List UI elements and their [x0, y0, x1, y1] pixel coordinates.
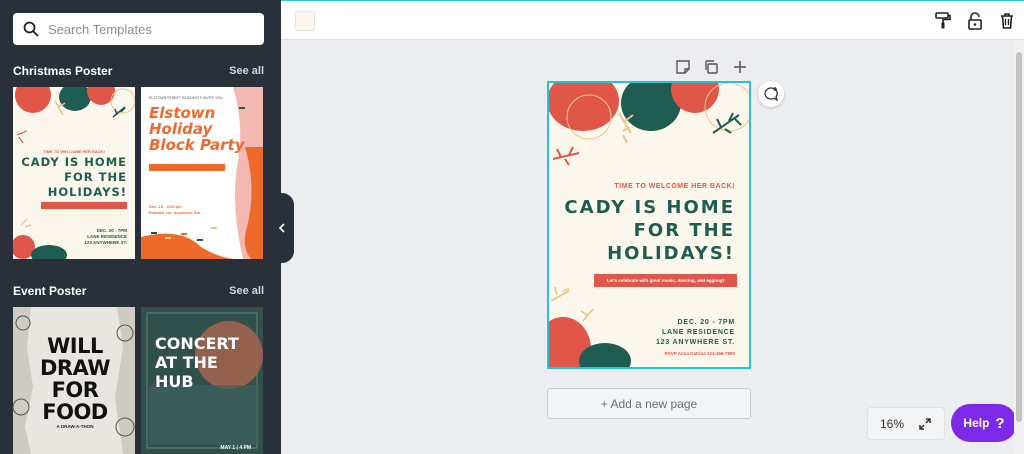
poster-date: Dec. 15 - 3:00 pm: [149, 204, 182, 209]
poster-title-line: AT THE: [155, 353, 218, 372]
expand-icon[interactable]: [918, 417, 932, 431]
poster-title-line: WILL: [47, 334, 103, 358]
template-thumbnail-concert[interactable]: CONCERT AT THE HUB MAY 1 | 4 PM: [141, 307, 263, 454]
poster-title: WILL DRAW FOR FOOD: [35, 335, 115, 423]
template-sidebar: Christmas Poster See all TIME TO WELCOME…: [0, 0, 281, 454]
trash-icon[interactable]: [997, 11, 1017, 31]
poster-subtitle: TIME TO WELCOME HER BACK!: [43, 149, 105, 154]
poster-title-line: Block Party: [149, 136, 245, 154]
paint-roller-icon[interactable]: [933, 11, 953, 31]
zoom-level: 16%: [880, 416, 905, 431]
question-icon: ?: [995, 414, 1005, 432]
zoom-control[interactable]: 16%: [867, 407, 945, 440]
plus-icon[interactable]: [731, 58, 749, 76]
vertical-scrollbar[interactable]: [1014, 40, 1024, 454]
poster-title: CONCERT AT THE HUB: [155, 334, 239, 391]
see-all-link[interactable]: See all: [229, 285, 264, 297]
help-label: Help: [963, 416, 990, 430]
section-title: Event Poster: [13, 284, 87, 298]
poster-detail: 123 ANYWHERE ST.: [655, 339, 735, 346]
poster-title-line: HUB: [155, 372, 194, 391]
poster-title-line: FOOD: [42, 400, 108, 424]
section-header-event: Event Poster See all: [13, 284, 264, 298]
poster-place: Elstown cor. Anywhere Sts.: [149, 210, 202, 215]
scrollbar-thumb[interactable]: [1016, 52, 1022, 422]
poster-title-line: FOR THE: [64, 170, 127, 184]
see-all-link[interactable]: See all: [229, 65, 264, 77]
poster-subtitle: TIME TO WELCOME HER BACK!: [614, 183, 735, 190]
add-comment-icon: [764, 87, 779, 102]
collapse-sidebar-button[interactable]: [270, 193, 294, 263]
copy-icon[interactable]: [702, 58, 720, 76]
poster-title: Elstown Holiday Block Party: [149, 105, 244, 153]
add-comment-button[interactable]: [758, 81, 784, 107]
poster-title-line: FOR: [51, 378, 99, 402]
poster-detail: LANE RESIDENCE: [87, 234, 127, 239]
poster-detail: DEC. 20 - 7PM: [96, 228, 127, 233]
add-page-button[interactable]: + Add a new page: [547, 388, 751, 419]
help-button[interactable]: Help ?: [951, 404, 1017, 442]
poster-title-line: CADY IS HOME: [564, 197, 735, 218]
poster-title-line: CADY IS HOME: [21, 155, 127, 169]
poster-subtitle: A DRAW-A-THON: [56, 424, 94, 429]
poster-banner: [149, 164, 225, 171]
poster-detail: LANE RESIDENCE: [661, 329, 735, 336]
search-input[interactable]: [48, 21, 248, 37]
poster-header: ELSTOWN STREET RESIDENTS INVITE YOU: [149, 96, 223, 100]
poster-title-line: Holiday: [149, 120, 213, 138]
template-thumbnail-food[interactable]: WILL DRAW FOR FOOD A DRAW-A-THON: [13, 307, 135, 454]
poster-footer: MAY 1 | 4 PM: [220, 445, 251, 451]
poster-banner: Let's celebrate with great music, dancin…: [594, 274, 737, 287]
search-icon: [23, 21, 39, 37]
poster-detail: 123 ANYWHERE ST.: [84, 240, 127, 245]
section-title: Christmas Poster: [13, 64, 113, 78]
poster-title-line: CONCERT: [155, 334, 239, 353]
poster-title-line: DRAW: [39, 356, 111, 380]
section-header-christmas: Christmas Poster See all: [13, 64, 264, 78]
background-color-button[interactable]: [295, 11, 315, 31]
template-thumbnail-cady[interactable]: TIME TO WELCOME HER BACK! CADY IS HOME F…: [13, 87, 135, 259]
note-icon[interactable]: [674, 58, 692, 76]
poster-title-line: HOLIDAYS!: [47, 185, 127, 199]
poster-rsvp: RSVP Anna Katrina 123-456-7890: [664, 351, 735, 356]
poster-detail: DEC. 20 - 7PM: [677, 319, 735, 326]
design-page[interactable]: TIME TO WELCOME HER BACK! CADY IS HOME F…: [547, 81, 751, 369]
poster-title-line: Elstown: [149, 104, 216, 122]
poster-banner: [41, 202, 127, 209]
unlock-icon[interactable]: [965, 11, 985, 31]
search-box[interactable]: [13, 13, 264, 45]
top-toolbar: [281, 0, 1024, 40]
poster-title-line: HOLIDAYS!: [607, 243, 735, 264]
template-thumbnail-elstown[interactable]: ELSTOWN STREET RESIDENTS INVITE YOU Elst…: [141, 87, 263, 259]
chevron-left-icon: [278, 223, 285, 233]
poster-title-line: FOR THE: [633, 220, 735, 241]
